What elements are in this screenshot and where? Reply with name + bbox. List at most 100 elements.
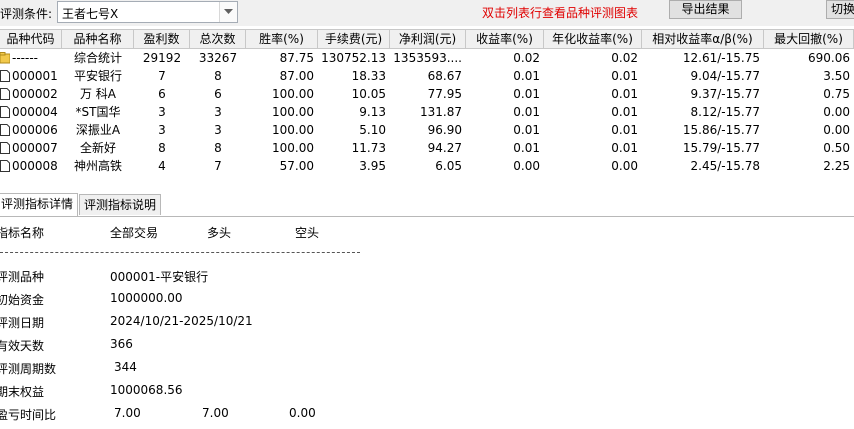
table-cell: 12.61/-15.75 [682,51,760,65]
table-cell: 全新好 [79,141,116,155]
table-cell: 18.33 [351,69,386,83]
results-table: 品种代码 品种名称 盈利数 总次数 胜率(%) 手续费(元) 净利润(元) 收益… [0,29,854,184]
tab-indicator-description[interactable]: 评测指标说明 [79,194,162,215]
table-cell: 0.00 [823,105,850,119]
tab-indicator-details[interactable]: 评测指标详情 [0,193,79,216]
table-cell: 000001 [12,69,58,83]
column-header[interactable]: 盈利数 [134,30,190,48]
table-cell: 0.75 [823,87,850,101]
table-cell: 77.95 [427,87,462,101]
table-row[interactable]: 000006 深振业A 3 3 100.00 5.10 96.90 0.01 0.01 15.86… [0,121,854,139]
detail-label: 评测日期 [0,316,45,330]
table-row[interactable]: 000004 *ST国华 3 3 100.00 9.13 131.87 0.01 0.01 8.1… [0,103,854,121]
table-cell: 15.79/-15.77 [682,141,760,155]
table-cell: 8.12/-15.77 [690,105,760,119]
table-cell: 131.87 [420,105,462,119]
table-row[interactable]: 000002 万 科A 6 6 100.00 10.05 77.95 0.01 0.01 9.37… [0,85,854,103]
column-header[interactable]: 胜率(%) [246,30,318,48]
table-cell: 100.00 [272,87,314,101]
detail-label: 评测周期数 [0,362,57,376]
table-cell: 3.50 [823,69,850,83]
table-cell: 87.75 [279,51,314,65]
column-header[interactable]: 手续费(元) [318,30,390,48]
table-cell: 0.00 [611,159,638,173]
details-list: 评测品种 000001-平安银行 初始资金 1000000.00 评测日期 2024/10… [0,216,854,429]
summary-row[interactable]: ------ 综合统计 29192 33267 87.75 130752.13 135359… [0,49,854,67]
detail-label: 有效天数 [0,339,45,353]
table-cell: 690.06 [808,51,850,65]
table-cell: 9.13 [359,105,386,119]
table-cell: 万 科A [79,87,117,101]
table-cell: 11.73 [351,141,386,155]
table-cell: 7 [214,159,222,173]
table-cell: 33267 [198,51,238,65]
table-cell: 8 [214,141,222,155]
table-cell: 68.67 [427,69,462,83]
hint-text: 双击列表行查看品种评测图表 [482,6,639,20]
table-row[interactable]: 000007 全新好 8 8 100.00 11.73 94.27 0.01 0.01 15.79… [0,139,854,157]
table-cell: 6.05 [435,159,462,173]
table-cell: 0.02 [513,51,540,65]
detail-value: 7.00 [202,406,229,420]
table-cell: 0.00 [513,159,540,173]
chevron-down-icon[interactable] [219,2,237,22]
table-cell: 15.86/-15.77 [682,123,760,137]
column-header[interactable]: 收益率(%) [466,30,544,48]
table-cell: 4 [158,159,166,173]
table-cell: ------ [12,51,38,65]
table-cell: 8 [214,69,222,83]
table-row[interactable]: 000001 平安银行 7 8 87.00 18.33 68.67 0.01 0.01 9.04/… [0,67,854,85]
table-cell: 000002 [12,87,58,101]
detail-label: 盈亏时间比 [0,408,57,422]
column-header[interactable]: 最大回撤(%) [764,30,854,48]
table-cell: 94.27 [427,141,462,155]
table-cell: 3 [214,105,222,119]
table-cell: 8 [158,141,166,155]
table-header: 品种代码 品种名称 盈利数 总次数 胜率(%) 手续费(元) 净利润(元) 收益… [0,29,854,49]
table-body: ------ 综合统计 29192 33267 87.75 130752.13 135359… [0,49,854,184]
table-cell: 深振业A [75,123,121,137]
detail-label: 初始资金 [0,293,45,307]
table-cell: 0.01 [611,87,638,101]
table-cell: 3.95 [359,159,386,173]
table-cell: 9.04/-15.77 [690,69,760,83]
table-cell: 000007 [12,141,58,155]
table-cell: 10.05 [351,87,386,101]
detail-label: 期末权益 [0,385,45,399]
table-cell: 0.01 [611,69,638,83]
table-cell: 平安银行 [73,69,122,83]
table-cell: 87.00 [279,69,314,83]
column-header[interactable]: 相对收益率α/β(%) [642,30,764,48]
table-cell: 6 [158,87,166,101]
table-cell: 000008 [12,159,58,173]
table-cell: 100.00 [272,141,314,155]
column-header[interactable]: 品种代码 [0,30,62,48]
switch-button[interactable]: 切换 [826,0,854,19]
toolbar: 评测条件: 王者七号X 双击列表行查看品种评测图表 导出结果 切换 [0,0,854,26]
table-cell: 3 [158,105,166,119]
table-cell: 2.25 [823,159,850,173]
column-header[interactable]: 净利润(元) [390,30,466,48]
table-cell: 综合统计 [73,51,122,65]
detail-value: 2024/10/21-2025/10/21 [110,314,253,328]
detail-label: 评测品种 [0,270,45,284]
table-cell: 96.90 [427,123,462,137]
detail-value: 366 [110,337,133,351]
table-cell: 3 [214,123,222,137]
column-header[interactable]: 品种名称 [62,30,134,48]
table-cell: 0.02 [611,51,638,65]
table-row[interactable]: 000008 神州高铁 4 7 57.00 3.95 6.05 0.00 0.00 2.45/-1… [0,157,854,175]
table-cell: 3 [158,123,166,137]
condition-select[interactable]: 王者七号X [57,1,238,23]
table-cell: 0.01 [611,141,638,155]
table-cell: 0.01 [611,105,638,119]
detail-value: 000001-平安银行 [110,270,209,284]
column-header[interactable]: 总次数 [190,30,246,48]
condition-label: 评测条件: [0,7,53,21]
tab-bar: 评测指标详情 评测指标说明 [0,192,854,217]
table-cell: 100.00 [272,105,314,119]
table-cell: 100.00 [272,123,314,137]
export-button[interactable]: 导出结果 [669,0,742,19]
column-header[interactable]: 年化收益率(%) [544,30,642,48]
table-cell: 5.10 [359,123,386,137]
